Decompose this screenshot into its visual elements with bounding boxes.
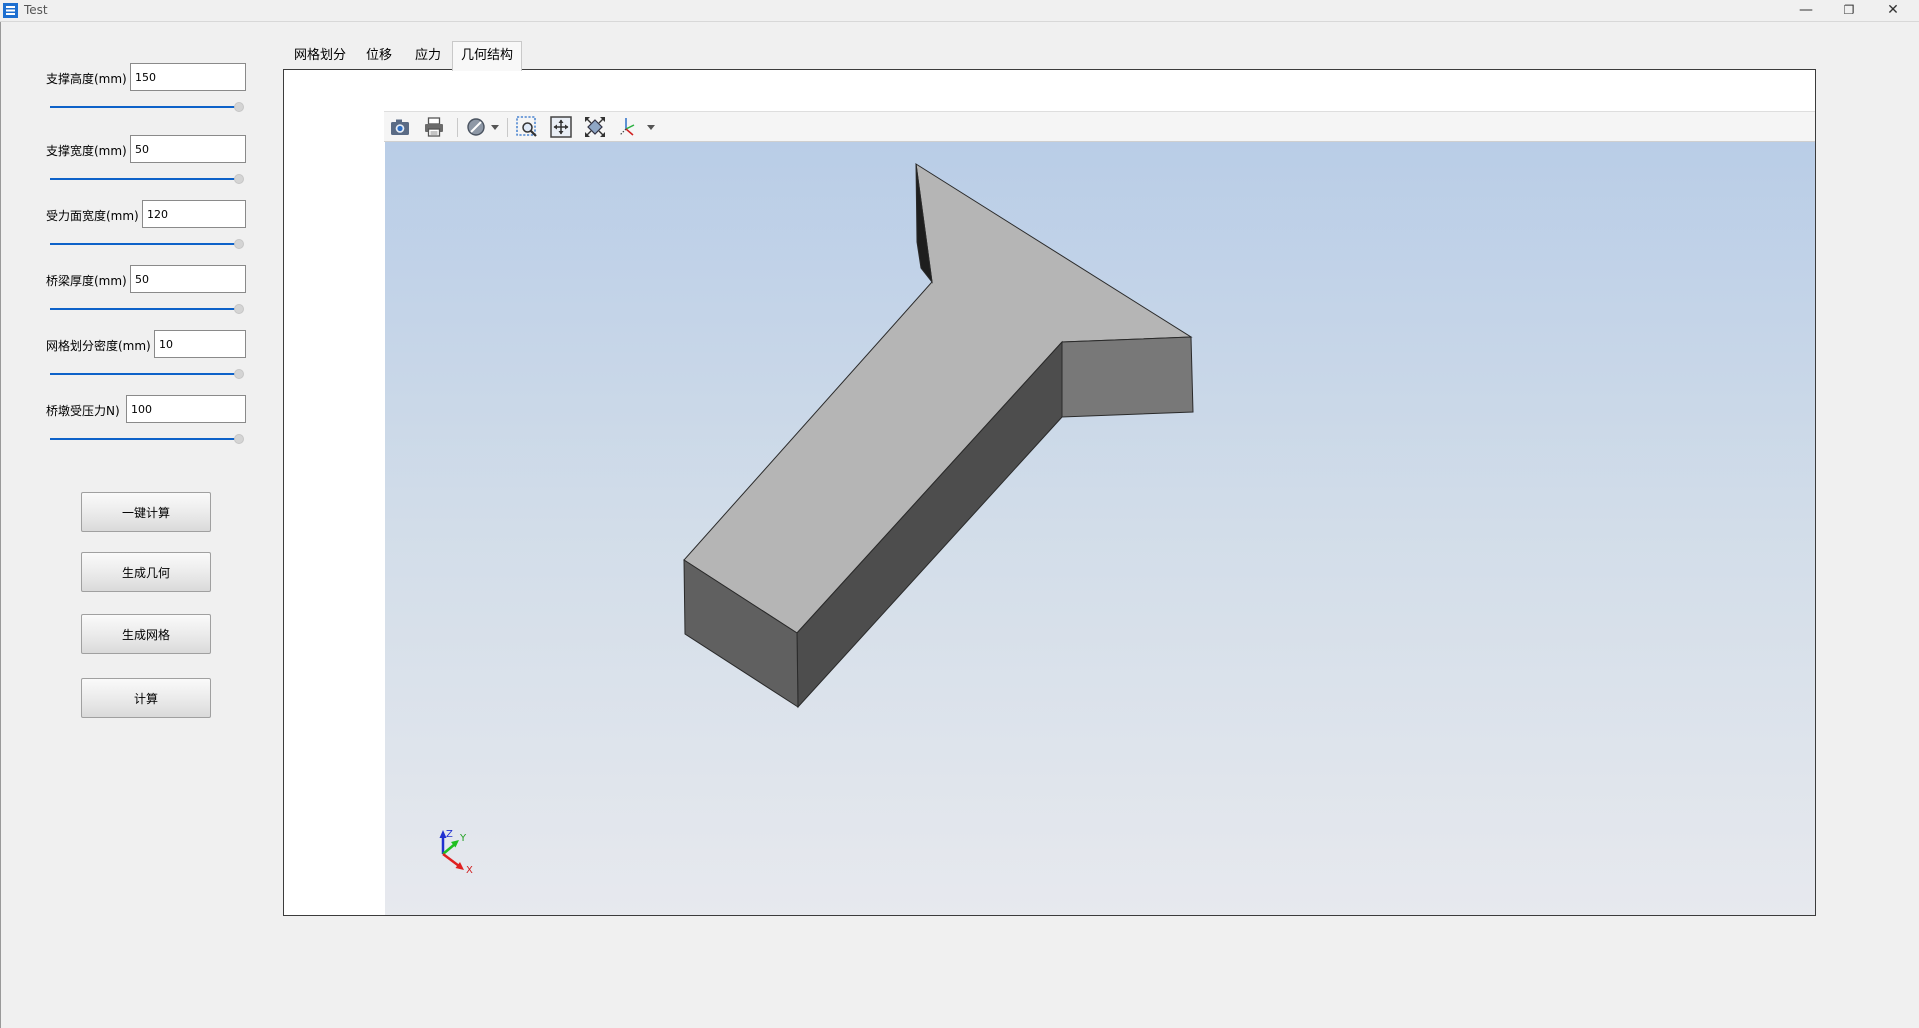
slider-track bbox=[50, 178, 236, 180]
axis-y-label: Y bbox=[459, 833, 467, 844]
slider-handle[interactable] bbox=[234, 434, 244, 444]
viewer-toolbar bbox=[384, 111, 1815, 142]
fit-all-icon[interactable] bbox=[549, 115, 573, 139]
pier-pressure-input[interactable] bbox=[126, 395, 246, 423]
mesh-density-slider[interactable] bbox=[50, 368, 244, 380]
compute-button[interactable]: 计算 bbox=[81, 678, 211, 718]
param-label-pier-pressure: 桥墩受压力N) bbox=[46, 404, 120, 418]
param-label-beam-thickness: 桥梁厚度(mm) bbox=[46, 274, 127, 288]
load-face-width-input[interactable] bbox=[142, 200, 246, 228]
tab-geometry[interactable]: 几何结构 bbox=[452, 41, 523, 71]
axis-y-line bbox=[442, 843, 456, 855]
title-bar: Test — ❐ ✕ bbox=[0, 0, 1919, 22]
slider-track bbox=[50, 438, 236, 440]
param-label-mesh-density: 网格划分密度(mm) bbox=[46, 339, 151, 353]
axis-x-line bbox=[442, 853, 460, 867]
model-end-face bbox=[1061, 336, 1194, 418]
support-width-input[interactable] bbox=[130, 135, 246, 163]
bridge-model bbox=[683, 163, 1194, 709]
window-frame bbox=[0, 22, 1, 1028]
param-label-load-face-width: 受力面宽度(mm) bbox=[46, 209, 139, 223]
slider-track bbox=[50, 243, 236, 245]
beam-thickness-input[interactable] bbox=[130, 265, 246, 293]
3d-viewport[interactable]: Z Y X bbox=[385, 142, 1815, 915]
load-face-width-slider[interactable] bbox=[50, 238, 244, 250]
mesh-density-input[interactable] bbox=[154, 330, 246, 358]
tab-displacement[interactable]: 位移 bbox=[358, 42, 400, 70]
axis-z-label: Z bbox=[446, 829, 453, 840]
camera-icon[interactable] bbox=[388, 115, 412, 139]
beam-thickness-slider[interactable] bbox=[50, 303, 244, 315]
param-label-support-width: 支撑宽度(mm) bbox=[46, 144, 127, 158]
window-title: Test bbox=[24, 3, 48, 17]
tab-stress[interactable]: 应力 bbox=[407, 42, 449, 70]
slider-track bbox=[50, 106, 236, 108]
slider-track bbox=[50, 308, 236, 310]
close-button[interactable]: ✕ bbox=[1873, 0, 1913, 22]
tab-mesh[interactable]: 网格划分 bbox=[286, 42, 354, 70]
slider-handle[interactable] bbox=[234, 304, 244, 314]
generate-mesh-button[interactable]: 生成网格 bbox=[81, 614, 211, 654]
support-height-input[interactable] bbox=[130, 63, 246, 91]
restore-button[interactable]: ❐ bbox=[1829, 0, 1869, 22]
generate-geometry-button[interactable]: 生成几何 bbox=[81, 552, 211, 592]
param-label-support-height: 支撑高度(mm) bbox=[46, 72, 127, 86]
one-click-compute-button[interactable]: 一键计算 bbox=[81, 492, 211, 532]
print-icon[interactable] bbox=[422, 115, 446, 139]
zoom-box-icon[interactable] bbox=[515, 115, 539, 139]
toolbar-separator bbox=[457, 118, 458, 137]
support-height-slider[interactable] bbox=[50, 101, 244, 113]
axis-x-label: X bbox=[466, 865, 473, 876]
minimize-button[interactable]: — bbox=[1786, 0, 1826, 22]
slider-handle[interactable] bbox=[234, 369, 244, 379]
slider-handle[interactable] bbox=[234, 174, 244, 184]
zoom-extents-icon[interactable] bbox=[583, 115, 607, 139]
pier-pressure-slider[interactable] bbox=[50, 433, 244, 445]
toolbar-separator bbox=[507, 118, 508, 137]
slider-track bbox=[50, 373, 236, 375]
slider-handle[interactable] bbox=[234, 239, 244, 249]
app-icon bbox=[3, 3, 18, 18]
display-mode-icon[interactable] bbox=[465, 115, 501, 139]
axis-triad: Z Y X bbox=[439, 829, 473, 876]
slider-handle[interactable] bbox=[234, 102, 244, 112]
axes-view-icon[interactable] bbox=[617, 115, 657, 139]
support-width-slider[interactable] bbox=[50, 173, 244, 185]
